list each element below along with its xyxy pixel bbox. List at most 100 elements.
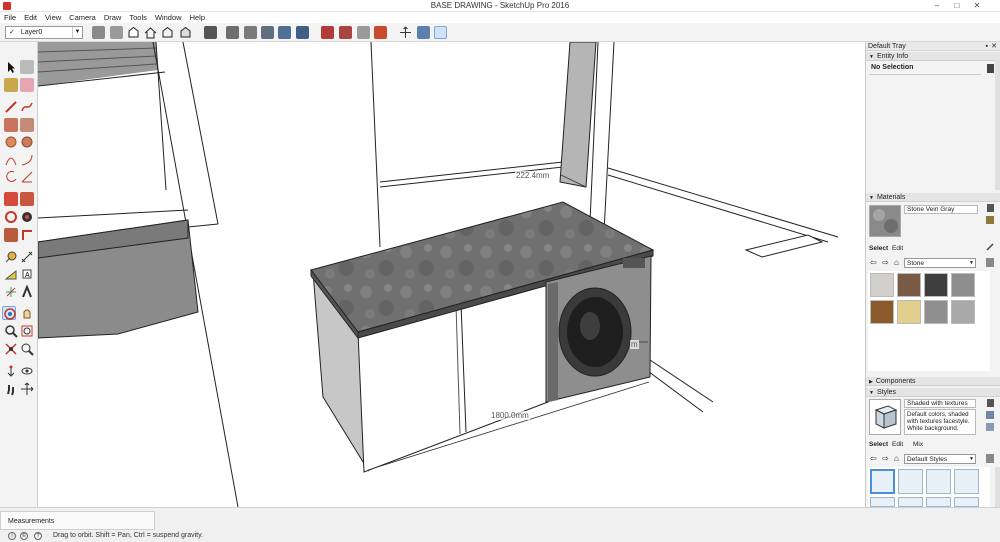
layer-dropdown[interactable]: ✓ Layer0 ▼ xyxy=(5,26,83,39)
style-thumbnail[interactable] xyxy=(870,497,895,507)
move-icon[interactable] xyxy=(4,192,18,206)
top-view-icon[interactable] xyxy=(110,26,123,39)
menu-camera[interactable]: Camera xyxy=(65,12,100,22)
hidden-line-icon[interactable] xyxy=(244,26,257,39)
back-arrow-icon[interactable]: ⇦ xyxy=(870,258,877,267)
look-around-icon[interactable] xyxy=(20,364,34,378)
zoom-extents-icon[interactable] xyxy=(4,342,18,356)
style-thumbnail[interactable] xyxy=(870,469,895,494)
style-thumbnail[interactable] xyxy=(926,469,951,494)
tab-edit[interactable]: Edit xyxy=(892,441,903,448)
section-plane-tool-icon[interactable] xyxy=(20,382,34,396)
material-swatch[interactable] xyxy=(870,273,894,297)
pie-icon[interactable] xyxy=(20,170,34,184)
instructor-icon[interactable]: ? xyxy=(34,532,42,540)
material-swatch[interactable] xyxy=(870,300,894,324)
front-view-icon[interactable] xyxy=(127,26,140,39)
style-thumbnail[interactable] xyxy=(954,469,979,494)
wireframe-icon[interactable] xyxy=(226,26,239,39)
three-point-arc-icon[interactable] xyxy=(4,170,18,184)
select-arrow-icon[interactable] xyxy=(4,60,18,74)
style-thumbnail[interactable] xyxy=(954,497,979,507)
dimension-icon[interactable] xyxy=(20,250,34,264)
material-collection-dropdown[interactable]: Stone ▼ xyxy=(904,258,976,268)
extension-warehouse-icon[interactable] xyxy=(374,26,387,39)
details-icon[interactable] xyxy=(986,258,994,267)
make-component-icon[interactable] xyxy=(20,60,34,74)
back-arrow-icon[interactable]: ⇦ xyxy=(870,454,877,463)
material-swatch[interactable] xyxy=(924,300,948,324)
credits-icon[interactable]: © xyxy=(20,532,28,540)
minimize-button[interactable]: – xyxy=(928,0,946,11)
style-name-field[interactable]: Shaded with textures xyxy=(904,399,976,408)
scale-icon[interactable] xyxy=(4,228,18,242)
create-style-icon[interactable] xyxy=(986,411,994,419)
axes-icon[interactable] xyxy=(4,285,18,299)
material-swatch[interactable] xyxy=(951,300,975,324)
menu-draw[interactable]: Draw xyxy=(100,12,126,22)
menu-window[interactable]: Window xyxy=(151,12,186,22)
offset-icon[interactable] xyxy=(20,228,34,242)
dimension-label[interactable]: m xyxy=(630,340,639,349)
rectangle-icon[interactable] xyxy=(4,118,18,132)
menu-view[interactable]: View xyxy=(41,12,65,22)
follow-me-icon[interactable] xyxy=(20,210,34,224)
material-swatch[interactable] xyxy=(897,300,921,324)
iso-view-icon[interactable] xyxy=(92,26,105,39)
orbit-icon[interactable] xyxy=(2,306,16,320)
zoom-window-icon[interactable] xyxy=(20,324,34,338)
3d-text-icon[interactable] xyxy=(20,284,34,299)
panel-scrollbar[interactable] xyxy=(995,60,1000,190)
geo-location-icon[interactable]: i xyxy=(8,532,16,540)
tab-select[interactable]: Select xyxy=(869,441,888,448)
home-icon[interactable]: ⌂ xyxy=(894,454,899,463)
xray-icon[interactable] xyxy=(204,26,217,39)
entity-info-header[interactable]: ▼ Entity Info xyxy=(866,52,1000,61)
chevron-down-icon[interactable]: ▼ xyxy=(72,27,82,38)
rotated-rectangle-icon[interactable] xyxy=(20,118,34,132)
style-thumbnail[interactable] xyxy=(898,497,923,507)
two-point-arc-icon[interactable] xyxy=(20,153,34,167)
details-icon[interactable] xyxy=(986,454,994,463)
shaded-textures-icon[interactable] xyxy=(278,26,291,39)
previous-view-icon[interactable] xyxy=(20,342,34,356)
close-button[interactable]: ✕ xyxy=(968,0,986,11)
style-thumbnail[interactable] xyxy=(898,469,923,494)
styles-scrollbar[interactable] xyxy=(995,467,1000,507)
dimension-label[interactable]: 1800.0mm xyxy=(490,411,530,420)
styles-header[interactable]: ▼ Styles xyxy=(866,388,1000,397)
protractor-icon[interactable] xyxy=(4,267,18,281)
text-icon[interactable]: A xyxy=(20,267,34,281)
rotate-icon[interactable] xyxy=(4,210,18,224)
model-viewport[interactable]: 222.4mm 1800.0mm m xyxy=(38,42,865,507)
style-description-field[interactable]: Default colors, shaded with textures fac… xyxy=(904,409,976,435)
eyedropper-icon[interactable] xyxy=(986,242,994,251)
measurements-box[interactable]: Measurements xyxy=(0,511,155,530)
menu-tools[interactable]: Tools xyxy=(125,12,151,22)
pencil-line-icon[interactable] xyxy=(4,100,18,114)
forward-arrow-icon[interactable]: ⇨ xyxy=(882,454,889,463)
display-secondary-icon[interactable] xyxy=(987,204,994,212)
monochrome-icon[interactable] xyxy=(296,26,309,39)
material-swatch[interactable] xyxy=(897,273,921,297)
polygon-icon[interactable] xyxy=(20,135,34,149)
position-camera-icon[interactable] xyxy=(4,364,18,378)
material-swatch[interactable] xyxy=(924,273,948,297)
menu-help[interactable]: Help xyxy=(186,12,209,22)
tab-edit[interactable]: Edit xyxy=(892,245,903,252)
menu-edit[interactable]: Edit xyxy=(20,12,41,22)
arc-icon[interactable] xyxy=(4,153,18,167)
material-swatch[interactable] xyxy=(951,273,975,297)
eraser-icon[interactable] xyxy=(20,78,34,92)
details-icon[interactable] xyxy=(987,64,994,73)
tab-mix[interactable]: Mix xyxy=(913,441,923,448)
back-view-icon[interactable] xyxy=(161,26,174,39)
dimension-label[interactable]: 222.4mm xyxy=(515,171,551,180)
style-thumbnail[interactable] xyxy=(926,497,951,507)
pin-icon[interactable]: ▪ xyxy=(986,42,988,51)
update-style-icon[interactable] xyxy=(986,423,994,431)
home-icon[interactable]: ⌂ xyxy=(894,258,899,267)
paint-bucket-icon[interactable] xyxy=(4,78,18,92)
display-secondary-icon[interactable] xyxy=(987,399,994,407)
close-icon[interactable]: ✕ xyxy=(991,42,997,51)
